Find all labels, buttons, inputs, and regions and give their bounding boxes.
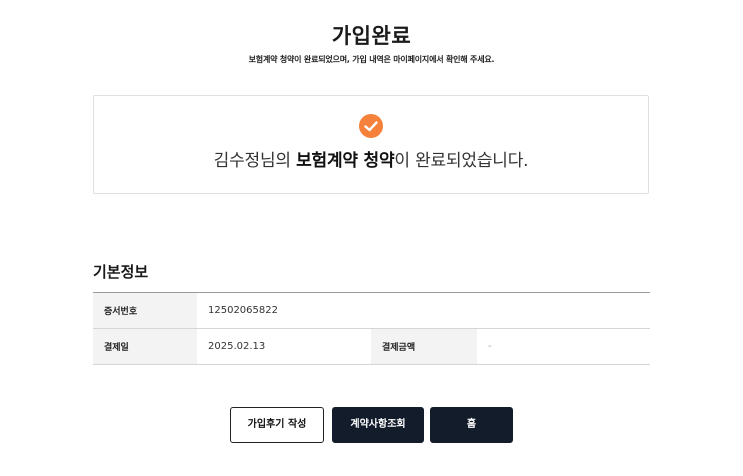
page-title: 가입완료 (331, 24, 412, 48)
basic-info-table: 증서번호 12502065822 결제일 2025.02.13 결제금액 - (93, 292, 650, 365)
write-review-button[interactable]: 가입후기 작성 (230, 407, 324, 443)
completion-tail: 이 완료되었습니다. (394, 151, 529, 171)
home-button[interactable]: 홈 (430, 407, 513, 443)
name-suffix: 님의 (259, 151, 297, 171)
table-row: 결제일 2025.02.13 결제금액 - (93, 328, 650, 365)
value-policy-number: 12502065822 (197, 292, 650, 329)
contract-inquiry-button[interactable]: 계약사항조회 (332, 407, 424, 443)
completion-emphasis: 보험계약 청약 (296, 151, 395, 171)
completion-message: 김수정님의 보험계약 청약이 완료되었습니다. (94, 146, 648, 171)
customer-name: 김수정 (213, 151, 261, 171)
table-row: 증서번호 12502065822 (93, 292, 650, 329)
value-payment-date: 2025.02.13 (197, 328, 371, 365)
label-payment-date: 결제일 (93, 328, 197, 365)
label-policy-number: 증서번호 (93, 292, 197, 329)
completion-box: 김수정님의 보험계약 청약이 완료되었습니다. (93, 95, 649, 194)
value-payment-amount: - (477, 328, 650, 365)
label-payment-amount: 결제금액 (371, 328, 477, 365)
check-circle-icon (359, 114, 383, 138)
section-title-basic-info: 기본정보 (93, 263, 149, 281)
page-subtitle: 보험계약 청약이 완료되었으며, 가입 내역은 마이페이지에서 확인해 주세요. (248, 55, 495, 64)
